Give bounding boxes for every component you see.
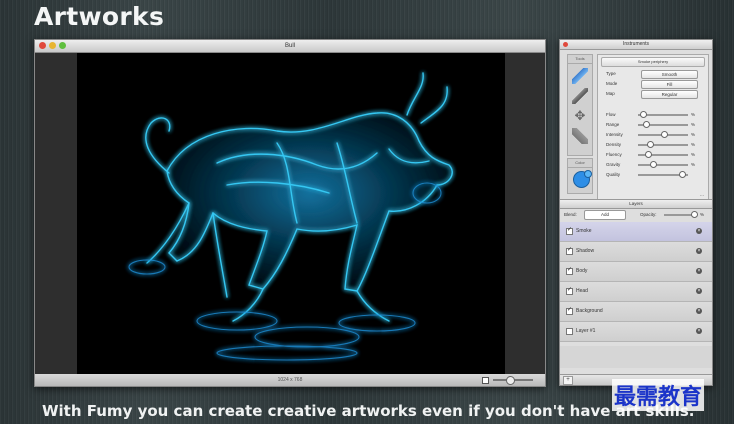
layer-visibility-checkbox[interactable] — [566, 328, 573, 335]
gravity-unit: % — [691, 162, 696, 167]
panel-titlebar[interactable]: Instruments — [560, 40, 712, 50]
map-label: Map — [606, 91, 615, 96]
window-titlebar[interactable]: Bull — [35, 40, 545, 53]
opacity-unit: % — [700, 212, 705, 217]
intensity-label: Intensity — [606, 132, 623, 137]
quality-slider-knob[interactable] — [679, 171, 687, 178]
density-label: Density — [606, 142, 622, 147]
fluency-unit: % — [691, 152, 696, 157]
density-slider-knob[interactable] — [647, 141, 655, 148]
layer-name: Shadow — [576, 248, 595, 254]
more-options-button[interactable]: ... — [700, 192, 704, 198]
page-headline: Artworks — [34, 2, 165, 31]
instruments-panel: Instruments Tools ✥ Color Smoke peripher… — [559, 39, 713, 386]
fluency-label: Fluency — [606, 152, 622, 157]
zoom-out-icon[interactable] — [482, 377, 489, 384]
panel-title: Instruments — [622, 41, 650, 47]
layer-visibility-checkbox[interactable] — [566, 246, 573, 255]
delete-layer-icon[interactable]: × — [696, 268, 702, 274]
density-unit: % — [691, 142, 696, 147]
layer-item[interactable]: Body × — [560, 262, 712, 282]
layer-visibility-checkbox[interactable] — [566, 286, 573, 295]
color-header: Color — [568, 159, 592, 168]
opacity-label: Opacity: — [640, 212, 657, 217]
layer-name: Body — [576, 268, 588, 274]
mode-label: Mode — [606, 81, 618, 86]
mode-select[interactable]: Fill — [641, 80, 698, 89]
brush-icon[interactable] — [572, 68, 588, 84]
layer-name: Layer #1 — [576, 328, 596, 334]
tools-group: Tools ✥ — [567, 54, 593, 156]
bucket-icon[interactable] — [572, 128, 588, 144]
blend-label: Blend: — [564, 212, 577, 217]
type-label: Type — [606, 71, 616, 76]
delete-layer-icon[interactable]: × — [696, 328, 702, 334]
layer-item[interactable]: Head × — [560, 282, 712, 302]
layer-name: Head — [576, 288, 588, 294]
opacity-slider-knob[interactable] — [691, 211, 698, 218]
move-icon[interactable]: ✥ — [572, 108, 588, 124]
layer-item[interactable]: Layer #1 × — [560, 322, 712, 342]
fluency-slider-knob[interactable] — [644, 151, 652, 158]
gravity-slider-knob[interactable] — [649, 161, 657, 168]
delete-layer-icon[interactable]: × — [696, 308, 702, 314]
delete-layer-icon[interactable]: × — [696, 288, 702, 294]
layer-list: Smoke × Shadow × Body × Head × Backgroun… — [560, 222, 712, 342]
canvas-size-label: 1024 x 768 — [277, 377, 303, 383]
layer-name: Background — [576, 308, 603, 314]
quality-label: Quality — [606, 172, 621, 177]
intensity-slider-knob[interactable] — [661, 131, 668, 138]
delete-layer-icon[interactable]: × — [696, 248, 702, 254]
drawing-canvas[interactable] — [77, 53, 505, 374]
gravity-slider-track[interactable] — [638, 164, 688, 166]
intensity-unit: % — [691, 132, 696, 137]
layer-name: Smoke — [576, 228, 592, 234]
gravity-label: Gravity — [606, 162, 621, 167]
document-window: Bull 1024 x 768 — [34, 39, 546, 387]
range-unit: % — [691, 122, 696, 127]
window-statusbar: 1024 x 768 — [35, 374, 545, 386]
type-select[interactable]: Smooth — [641, 70, 698, 79]
layer-item[interactable]: Shadow × — [560, 242, 712, 262]
range-label: Range — [606, 122, 620, 127]
layer-item[interactable]: Background × — [560, 302, 712, 322]
canvas-area — [35, 53, 545, 374]
layer-visibility-checkbox[interactable] — [566, 306, 573, 315]
pen-icon[interactable] — [572, 88, 588, 104]
preset-button[interactable]: Smoke periphery — [601, 57, 705, 67]
layer-visibility-checkbox[interactable] — [566, 266, 573, 275]
layer-visibility-checkbox[interactable] — [566, 226, 573, 235]
layer-list-empty-area — [560, 346, 712, 368]
delete-layer-icon[interactable]: × — [696, 228, 702, 234]
window-title: Bull — [284, 43, 295, 49]
color-group: Color — [567, 158, 593, 194]
tools-header: Tools — [568, 55, 592, 64]
flow-slider-knob[interactable] — [640, 111, 648, 118]
watermark-logo: 最需教育 — [612, 379, 705, 411]
secondary-color-swatch[interactable] — [584, 170, 592, 178]
density-slider-track[interactable] — [638, 144, 688, 146]
layer-item[interactable]: Smoke × — [560, 222, 712, 242]
add-layer-button[interactable]: + — [563, 376, 573, 385]
brush-properties: Smoke periphery Type Smooth Mode Fill Ma… — [597, 54, 709, 201]
flow-label: Flow — [606, 112, 616, 117]
layers-header: Layers — [560, 199, 712, 209]
blend-select[interactable]: Add — [584, 210, 626, 220]
map-select[interactable]: Regular — [641, 90, 698, 99]
zoom-slider-knob[interactable] — [506, 376, 515, 385]
flow-unit: % — [691, 112, 696, 117]
bull-artwork — [128, 72, 453, 361]
page-caption: With Fumy you can create creative artwor… — [42, 402, 695, 420]
blend-opacity-row: Blend: Add Opacity: % — [560, 209, 712, 220]
range-slider-knob[interactable] — [642, 121, 650, 128]
